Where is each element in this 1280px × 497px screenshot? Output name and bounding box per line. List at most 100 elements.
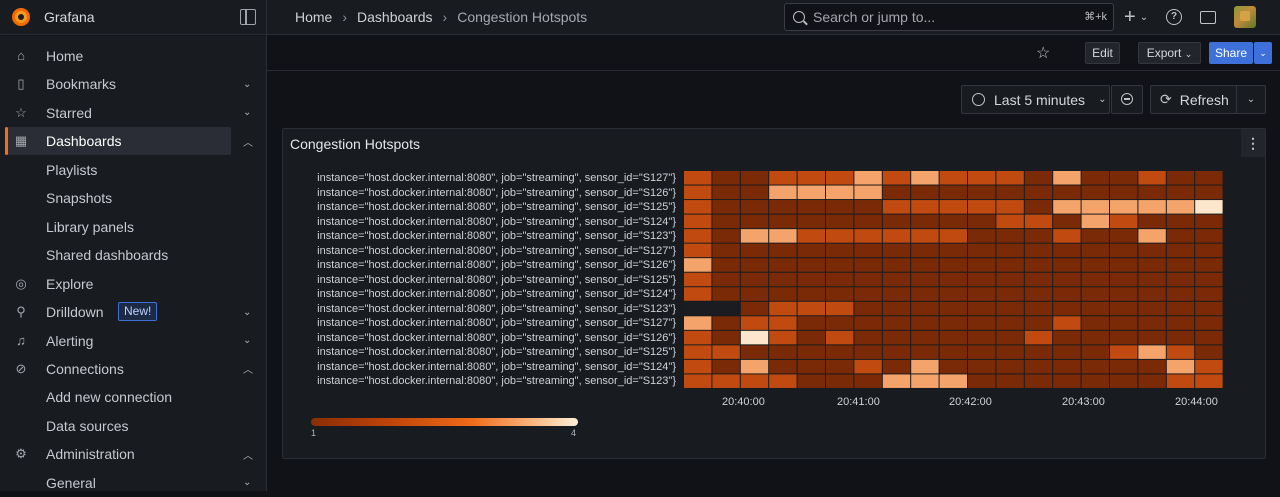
- heatmap-cell[interactable]: [712, 258, 740, 272]
- heatmap-cell[interactable]: [882, 243, 911, 258]
- heatmap-cell[interactable]: [968, 272, 996, 287]
- heatmap-cell[interactable]: [1166, 359, 1195, 374]
- heatmap-cell[interactable]: [939, 330, 967, 345]
- heatmap-cell[interactable]: [939, 243, 967, 258]
- heatmap-cell[interactable]: [1053, 185, 1081, 200]
- heatmap-cell[interactable]: [911, 229, 939, 243]
- heatmap-cell[interactable]: [826, 258, 854, 272]
- heatmap-cell[interactable]: [939, 171, 967, 185]
- heatmap-cell[interactable]: [797, 200, 825, 214]
- heatmap-cell[interactable]: [854, 200, 882, 214]
- sidebar-item-library-panels[interactable]: Library panels: [0, 213, 266, 241]
- heatmap-cell[interactable]: [996, 345, 1024, 359]
- heatmap-cell[interactable]: [1195, 330, 1223, 345]
- heatmap-cell[interactable]: [996, 287, 1024, 301]
- heatmap-cell[interactable]: [1138, 316, 1166, 330]
- heatmap-cell[interactable]: [968, 214, 996, 229]
- heatmap-cell[interactable]: [1081, 258, 1109, 272]
- heatmap-cell[interactable]: [1053, 301, 1081, 316]
- sidebar-item-general[interactable]: General ⌄: [0, 469, 266, 497]
- heatmap-cell[interactable]: [1138, 330, 1166, 345]
- heatmap-cell[interactable]: [996, 243, 1024, 258]
- heatmap-cell[interactable]: [826, 214, 854, 229]
- heatmap-cell[interactable]: [826, 185, 854, 200]
- heatmap-cell[interactable]: [1024, 330, 1053, 345]
- heatmap-cell[interactable]: [740, 330, 769, 345]
- heatmap-cell[interactable]: [911, 258, 939, 272]
- heatmap-cell[interactable]: [1081, 185, 1109, 200]
- heatmap-cell[interactable]: [1195, 345, 1223, 359]
- heatmap-cell[interactable]: [712, 301, 740, 316]
- heatmap-cell[interactable]: [826, 200, 854, 214]
- heatmap-cell[interactable]: [1138, 374, 1166, 388]
- heatmap-cell[interactable]: [712, 345, 740, 359]
- heatmap-cell[interactable]: [1138, 229, 1166, 243]
- heatmap-cell[interactable]: [1081, 200, 1109, 214]
- export-button[interactable]: Export ⌄: [1138, 42, 1201, 64]
- heatmap-cell[interactable]: [1166, 214, 1195, 229]
- heatmap-cell[interactable]: [996, 214, 1024, 229]
- chevron-up-icon[interactable]: ︿: [243, 134, 253, 149]
- heatmap-cell[interactable]: [1110, 185, 1138, 200]
- sidebar-item-home[interactable]: ⌂ Home: [0, 42, 266, 70]
- breadcrumb-home[interactable]: Home: [295, 9, 332, 25]
- heatmap-cell[interactable]: [1053, 316, 1081, 330]
- heatmap-cell[interactable]: [968, 287, 996, 301]
- new-plus-icon[interactable]: +: [1124, 7, 1136, 27]
- heatmap-cell[interactable]: [797, 185, 825, 200]
- heatmap-cell[interactable]: [968, 185, 996, 200]
- heatmap-cell[interactable]: [769, 359, 797, 374]
- star-icon[interactable]: ☆: [1036, 43, 1050, 63]
- heatmap-cell[interactable]: [1110, 214, 1138, 229]
- heatmap-cell[interactable]: [996, 301, 1024, 316]
- heatmap-cell[interactable]: [1110, 171, 1138, 185]
- heatmap-cell[interactable]: [769, 301, 797, 316]
- heatmap-cell[interactable]: [1024, 171, 1053, 185]
- heatmap-cell[interactable]: [740, 214, 769, 229]
- heatmap-cell[interactable]: [1053, 243, 1081, 258]
- panel-menu-icon[interactable]: ⋮: [1241, 129, 1265, 157]
- heatmap-cell[interactable]: [769, 258, 797, 272]
- heatmap-cell[interactable]: [1138, 200, 1166, 214]
- heatmap-cell[interactable]: [1195, 229, 1223, 243]
- brand[interactable]: Grafana: [10, 6, 95, 28]
- refresh-button[interactable]: ⟳ Refresh: [1150, 85, 1237, 114]
- heatmap-cell[interactable]: [1110, 272, 1138, 287]
- breadcrumb-dashboards[interactable]: Dashboards: [357, 9, 433, 25]
- heatmap-cell[interactable]: [939, 229, 967, 243]
- heatmap-cell[interactable]: [826, 345, 854, 359]
- heatmap-cell[interactable]: [797, 229, 825, 243]
- chevron-down-icon[interactable]: ⌄: [243, 79, 251, 90]
- heatmap-cell[interactable]: [1166, 243, 1195, 258]
- heatmap-cell[interactable]: [740, 301, 769, 316]
- heatmap-cell[interactable]: [1166, 301, 1195, 316]
- heatmap-cell[interactable]: [684, 258, 712, 272]
- heatmap-cell[interactable]: [712, 374, 740, 388]
- heatmap-cell[interactable]: [684, 200, 712, 214]
- heatmap-cell[interactable]: [1195, 301, 1223, 316]
- heatmap-cell[interactable]: [740, 272, 769, 287]
- sidebar-item-snapshots[interactable]: Snapshots: [0, 184, 266, 212]
- chevron-up-icon[interactable]: ︿: [243, 447, 253, 462]
- heatmap-cell[interactable]: [684, 243, 712, 258]
- dock-menu-icon[interactable]: [240, 9, 256, 25]
- heatmap-cell[interactable]: [797, 301, 825, 316]
- heatmap-cell[interactable]: [1110, 316, 1138, 330]
- heatmap-cell[interactable]: [1081, 374, 1109, 388]
- news-monitor-icon[interactable]: [1200, 10, 1217, 24]
- heatmap-cell[interactable]: [882, 229, 911, 243]
- heatmap-cell[interactable]: [1053, 258, 1081, 272]
- heatmap-cell[interactable]: [740, 287, 769, 301]
- heatmap-cell[interactable]: [1110, 374, 1138, 388]
- heatmap-cell[interactable]: [1110, 258, 1138, 272]
- heatmap-cell[interactable]: [1081, 214, 1109, 229]
- heatmap-cell[interactable]: [968, 345, 996, 359]
- heatmap-cell[interactable]: [740, 359, 769, 374]
- heatmap-cell[interactable]: [996, 171, 1024, 185]
- heatmap-cell[interactable]: [797, 214, 825, 229]
- heatmap-cell[interactable]: [911, 287, 939, 301]
- heatmap-cell[interactable]: [882, 287, 911, 301]
- heatmap-cell[interactable]: [1053, 330, 1081, 345]
- heatmap-cell[interactable]: [1195, 359, 1223, 374]
- heatmap-cell[interactable]: [1110, 200, 1138, 214]
